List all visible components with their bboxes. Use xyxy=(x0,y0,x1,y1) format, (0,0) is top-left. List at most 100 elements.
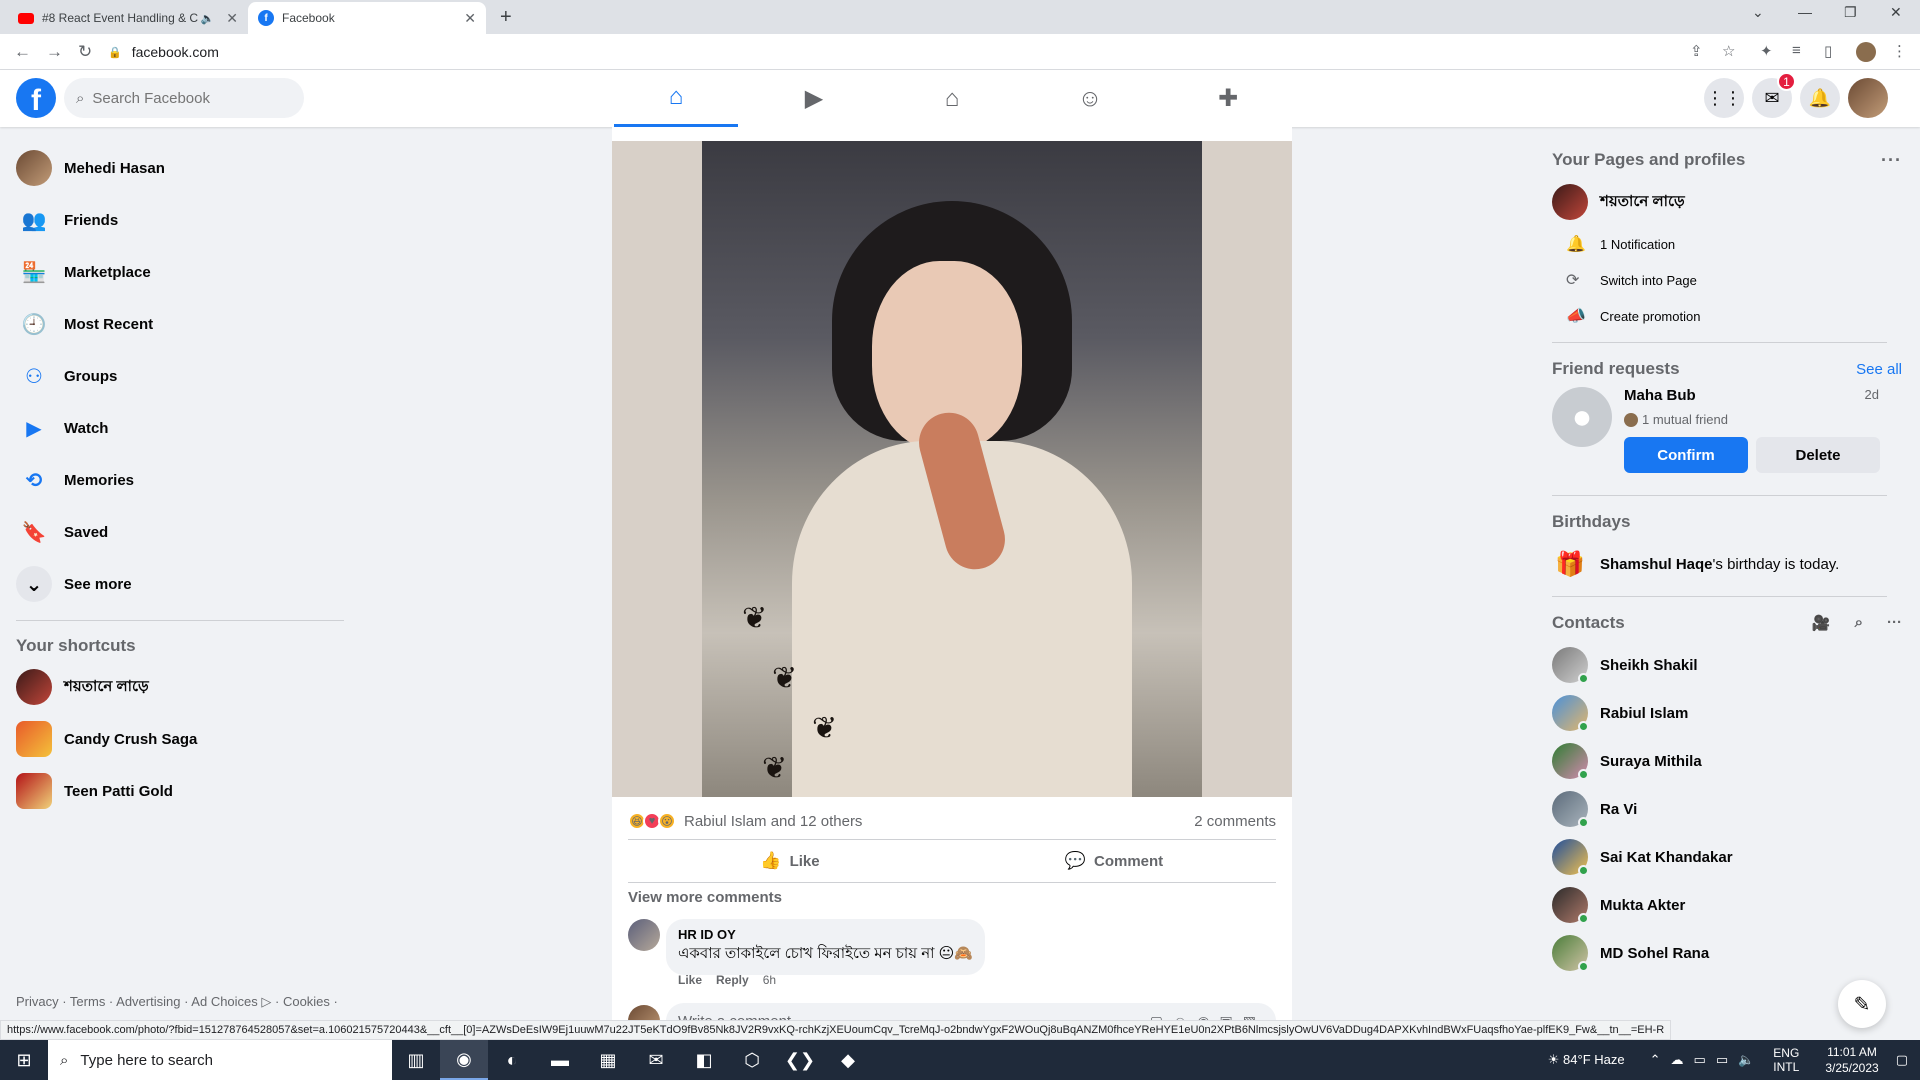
comment-reply-link[interactable]: Reply xyxy=(716,973,749,987)
contact-item[interactable]: MD Sohel Rana xyxy=(1552,929,1902,977)
sidebar-item-marketplace[interactable]: 🏪 Marketplace xyxy=(8,246,348,298)
contact-item[interactable]: Suraya Mithila xyxy=(1552,737,1902,785)
battery-icon[interactable]: ▭ xyxy=(1694,1052,1706,1068)
shortcut-item[interactable]: Teen Patti Gold xyxy=(8,765,348,817)
shortcut-item[interactable]: Candy Crush Saga xyxy=(8,713,348,765)
back-icon[interactable]: ← xyxy=(14,42,31,62)
chevron-down-icon[interactable]: ⌄ xyxy=(1752,4,1764,21)
contact-item[interactable]: Mukta Akter xyxy=(1552,881,1902,929)
nav-marketplace[interactable]: ⌂ xyxy=(890,70,1014,127)
volume-icon[interactable]: 🔈 xyxy=(1738,1052,1754,1068)
edge-icon[interactable]: ◐ xyxy=(488,1040,536,1080)
clock[interactable]: 11:01 AM 3/25/2023 xyxy=(1825,1044,1878,1076)
sidebar-item-see-more[interactable]: ⌄ See more xyxy=(8,558,348,610)
more-icon[interactable]: ··· xyxy=(1881,150,1902,171)
post-photo[interactable]: ❦ ❦ ❦ ❦ xyxy=(612,141,1292,797)
page-action-promotion[interactable]: 📣 Create promotion xyxy=(1552,298,1902,334)
video-call-icon[interactable]: 🎥 xyxy=(1812,614,1831,632)
tab-facebook[interactable]: f Facebook ✕ xyxy=(248,2,486,34)
windows-start-icon[interactable]: ⊞ xyxy=(0,1040,48,1080)
friend-request-name[interactable]: Maha Bub xyxy=(1624,387,1696,404)
shortcut-item[interactable]: শয়তানে লাড়ে xyxy=(8,661,348,713)
kebab-menu-icon[interactable]: ⋮ xyxy=(1892,42,1907,60)
file-explorer-icon[interactable]: ▬ xyxy=(536,1040,584,1080)
bookmark-star-icon[interactable]: ☆ xyxy=(1722,42,1735,60)
store-icon[interactable]: ▦ xyxy=(584,1040,632,1080)
task-view-icon[interactable]: ▥ xyxy=(392,1040,440,1080)
minimize-icon[interactable]: — xyxy=(1798,4,1812,20)
comment-author[interactable]: HR ID OY xyxy=(678,927,973,942)
sidebar-item-memories[interactable]: ⟲ Memories xyxy=(8,454,348,506)
vscode-icon[interactable]: ❮❯ xyxy=(776,1040,824,1080)
page-action-notification[interactable]: 🔔 1 Notification xyxy=(1552,226,1902,262)
share-icon[interactable]: ⇪ xyxy=(1690,42,1703,60)
view-more-comments[interactable]: View more comments xyxy=(628,889,782,906)
contact-item[interactable]: Ra Vi xyxy=(1552,785,1902,833)
delete-button[interactable]: Delete xyxy=(1756,437,1880,473)
search-input[interactable] xyxy=(92,89,273,107)
nav-home[interactable]: ⌂ xyxy=(614,70,738,127)
mail-icon[interactable]: ✉ xyxy=(632,1040,680,1080)
contact-item[interactable]: Sheikh Shakil xyxy=(1552,641,1902,689)
nav-watch[interactable]: ▶ xyxy=(752,70,876,127)
reload-icon[interactable]: ↻ xyxy=(78,42,92,62)
codepen-icon[interactable]: ⬡ xyxy=(728,1040,776,1080)
menu-button[interactable]: ⋮⋮ xyxy=(1704,78,1744,118)
reactions-summary[interactable]: 😆 ♥ 😮 Rabiul Islam and 12 others xyxy=(628,807,862,835)
chrome-icon[interactable]: ◉ xyxy=(440,1040,488,1080)
comment-button[interactable]: 💬 Comment xyxy=(952,840,1276,882)
tab-youtube[interactable]: #8 React Event Handling & C 🔈 ✕ xyxy=(8,2,248,34)
sidebar-item-friends[interactable]: 👥 Friends xyxy=(8,194,348,246)
page-action-switch[interactable]: ⟳ Switch into Page xyxy=(1552,262,1902,298)
comments-count[interactable]: 2 comments xyxy=(1194,807,1276,835)
contact-item[interactable]: Sai Kat Khandakar xyxy=(1552,833,1902,881)
side-panel-icon[interactable]: ▯ xyxy=(1824,42,1832,60)
cloud-icon[interactable]: ☁ xyxy=(1671,1052,1684,1068)
comment-avatar[interactable] xyxy=(628,919,660,951)
notifications-button[interactable]: 🔔 xyxy=(1800,78,1840,118)
messenger-button[interactable]: ✉ 1 xyxy=(1752,72,1796,118)
network-icon[interactable]: ▭ xyxy=(1716,1052,1728,1068)
extensions-icon[interactable]: ✦ xyxy=(1760,42,1773,60)
weather-widget[interactable]: ☀ 84°F Haze xyxy=(1548,1052,1625,1068)
more-icon[interactable]: ··· xyxy=(1887,614,1902,632)
sidebar-item-saved[interactable]: 🔖 Saved xyxy=(8,506,348,558)
close-icon[interactable]: ✕ xyxy=(226,10,238,27)
nav-groups[interactable]: ☺ xyxy=(1028,70,1152,127)
language-indicator[interactable]: ENG INTL xyxy=(1773,1046,1799,1074)
contact-item[interactable]: Rabiul Islam xyxy=(1552,689,1902,737)
close-icon[interactable]: ✕ xyxy=(464,10,476,27)
speaker-icon[interactable]: 🔈 xyxy=(201,12,215,25)
lock-icon[interactable]: 🔒 xyxy=(108,46,122,59)
browser-profile-avatar[interactable] xyxy=(1856,42,1876,62)
notifications-icon[interactable]: ▢ xyxy=(1896,1052,1908,1068)
chevron-up-icon[interactable]: ⌃ xyxy=(1650,1052,1661,1068)
taskbar-search[interactable]: ⌕ Type here to search xyxy=(48,1040,392,1080)
sidebar-item-profile[interactable]: Mehedi Hasan xyxy=(8,142,348,194)
search-box[interactable]: ⌕ xyxy=(64,78,304,118)
page-item[interactable]: শয়তানে লাড়ে xyxy=(1552,178,1902,226)
reading-list-icon[interactable]: ≡ xyxy=(1792,42,1801,59)
mutual-friends[interactable]: 1 mutual friend xyxy=(1624,412,1902,427)
see-all-link[interactable]: See all xyxy=(1856,361,1902,378)
default-avatar-icon[interactable]: ● xyxy=(1552,387,1612,447)
nav-gaming[interactable]: ✚ xyxy=(1166,70,1290,127)
close-window-icon[interactable]: ✕ xyxy=(1890,4,1902,21)
notes-icon[interactable]: ◧ xyxy=(680,1040,728,1080)
birthday-item[interactable]: 🎁 Shamshul Haqe's birthday is today. xyxy=(1552,540,1902,588)
new-tab-icon[interactable]: + xyxy=(500,6,512,29)
restore-icon[interactable]: ❐ xyxy=(1844,4,1857,21)
git-icon[interactable]: ◆ xyxy=(824,1040,872,1080)
account-avatar[interactable] xyxy=(1848,78,1888,118)
confirm-button[interactable]: Confirm xyxy=(1624,437,1748,473)
like-button[interactable]: 👍 Like xyxy=(628,840,952,882)
sidebar-item-groups[interactable]: ⚇ Groups xyxy=(8,350,348,402)
sidebar-item-most-recent[interactable]: 🕘 Most Recent xyxy=(8,298,348,350)
comment-like-link[interactable]: Like xyxy=(678,973,702,987)
facebook-logo[interactable]: f xyxy=(16,78,56,118)
new-message-button[interactable]: ✎ xyxy=(1838,980,1886,1028)
search-icon[interactable]: ⌕ xyxy=(1855,614,1863,632)
sidebar-item-watch[interactable]: ▶ Watch xyxy=(8,402,348,454)
comment-time[interactable]: 6h xyxy=(763,973,776,987)
forward-icon[interactable]: → xyxy=(46,42,63,62)
